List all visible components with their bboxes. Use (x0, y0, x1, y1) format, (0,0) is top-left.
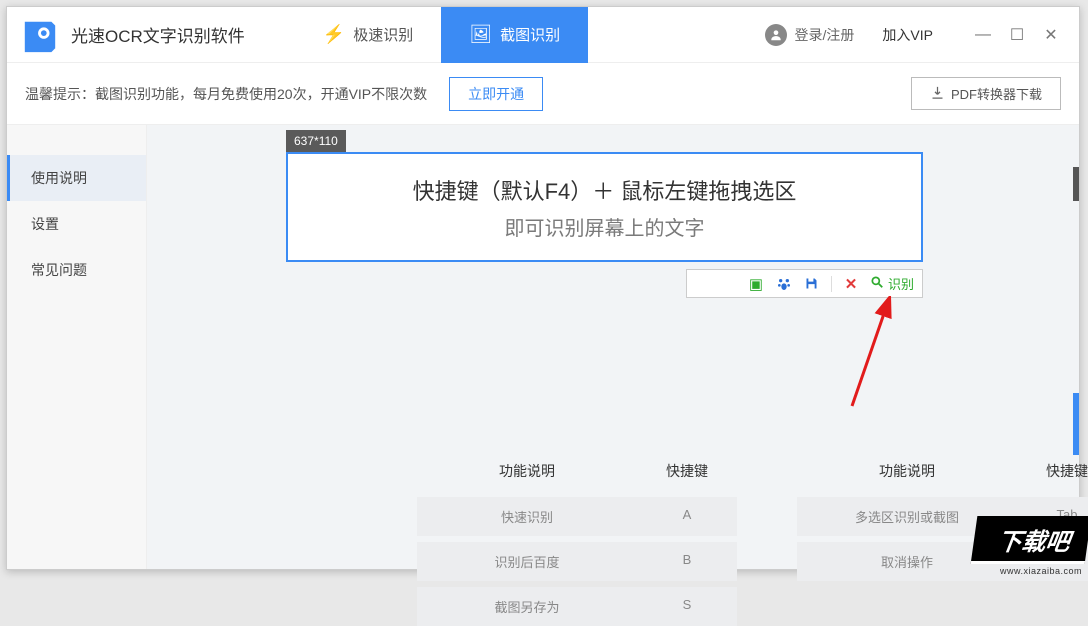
top-right: 登录/注册 加入VIP — ☐ ✕ (765, 7, 1079, 62)
app-logo-icon (19, 14, 61, 56)
tip-text: 温馨提示：截图识别功能，每月免费使用20次，开通VIP不限次数 (25, 84, 427, 104)
header-key: 快捷键 (637, 461, 737, 481)
bolt-icon: ⚡ (323, 24, 345, 45)
login-label: 登录/注册 (795, 25, 855, 45)
mode-tabs: ⚡ 极速识别 🖼 截图识别 (295, 7, 588, 63)
pdf-label: PDF转换器下载 (951, 84, 1042, 103)
selection-dimensions: 637*110 (286, 130, 346, 152)
watermark: 下载吧 www.xiazaiba.com (974, 516, 1088, 576)
join-vip-button[interactable]: 加入VIP (882, 25, 933, 45)
open-vip-button[interactable]: 立即开通 (449, 77, 543, 111)
watermark-brand: 下载吧 (971, 516, 1088, 564)
titlebar: 光速OCR文字识别软件 ⚡ 极速识别 🖼 截图识别 登录/注册 加入VIP — (7, 7, 1079, 63)
table-header: 功能说明 快捷键 (417, 451, 737, 491)
user-icon (765, 24, 787, 46)
header-desc: 功能说明 (797, 461, 1017, 481)
edge-decoration (1073, 167, 1079, 201)
tab-fast-ocr[interactable]: ⚡ 极速识别 (295, 7, 441, 63)
image-icon[interactable]: ▣ (747, 275, 765, 293)
window-controls: — ☐ ✕ (961, 23, 1079, 47)
edge-decoration (1073, 393, 1079, 455)
sidebar-item-settings[interactable]: 设置 (7, 201, 146, 247)
paw-icon[interactable] (775, 275, 793, 293)
tab-screenshot-ocr[interactable]: 🖼 截图识别 (441, 7, 588, 63)
instruction-line1: 快捷键（默认F4）＋ 鼠标左键拖拽选区 (413, 174, 797, 206)
close-button[interactable]: ✕ (1039, 23, 1063, 47)
login-button[interactable]: 登录/注册 (765, 24, 855, 46)
watermark-url: www.xiazaiba.com (974, 566, 1088, 576)
sidebar-item-faq[interactable]: 常见问题 (7, 247, 146, 293)
recognize-button[interactable]: 识别 (870, 274, 914, 293)
sidebar-item-instructions[interactable]: 使用说明 (7, 155, 146, 201)
table-row: 识别后百度B (417, 542, 737, 581)
header-key: 快捷键 (1017, 461, 1088, 481)
sidebar: 使用说明 设置 常见问题 (7, 125, 147, 569)
capture-selection[interactable]: 快捷键（默认F4）＋ 鼠标左键拖拽选区 即可识别屏幕上的文字 (286, 152, 923, 262)
separator (831, 276, 832, 292)
image-icon: 🖼 (469, 24, 492, 45)
search-icon (870, 275, 884, 292)
pdf-icon (930, 85, 945, 103)
tab-label: 截图识别 (500, 24, 560, 45)
pdf-download-button[interactable]: PDF转换器下载 (911, 77, 1061, 110)
instruction-line2: 即可识别屏幕上的文字 (505, 212, 705, 241)
tab-label: 极速识别 (353, 24, 413, 45)
recognize-label: 识别 (888, 274, 914, 293)
sub-toolbar: 温馨提示：截图识别功能，每月免费使用20次，开通VIP不限次数 立即开通 PDF… (7, 63, 1079, 125)
header-desc: 功能说明 (417, 461, 637, 481)
close-icon[interactable]: ✕ (842, 275, 860, 293)
table-row: 快速识别A (417, 497, 737, 536)
table-header: 功能说明 快捷键 (797, 451, 1088, 491)
save-icon[interactable] (803, 275, 821, 293)
maximize-button[interactable]: ☐ (1005, 23, 1029, 47)
app-title: 光速OCR文字识别软件 (71, 22, 245, 47)
shortcut-col-left: 功能说明 快捷键 快速识别A 识别后百度B 截图另存为S (417, 451, 737, 626)
minimize-button[interactable]: — (971, 23, 995, 47)
table-row: 截图另存为S (417, 587, 737, 626)
capture-toolbar: ▣ ✕ 识别 (686, 269, 923, 298)
